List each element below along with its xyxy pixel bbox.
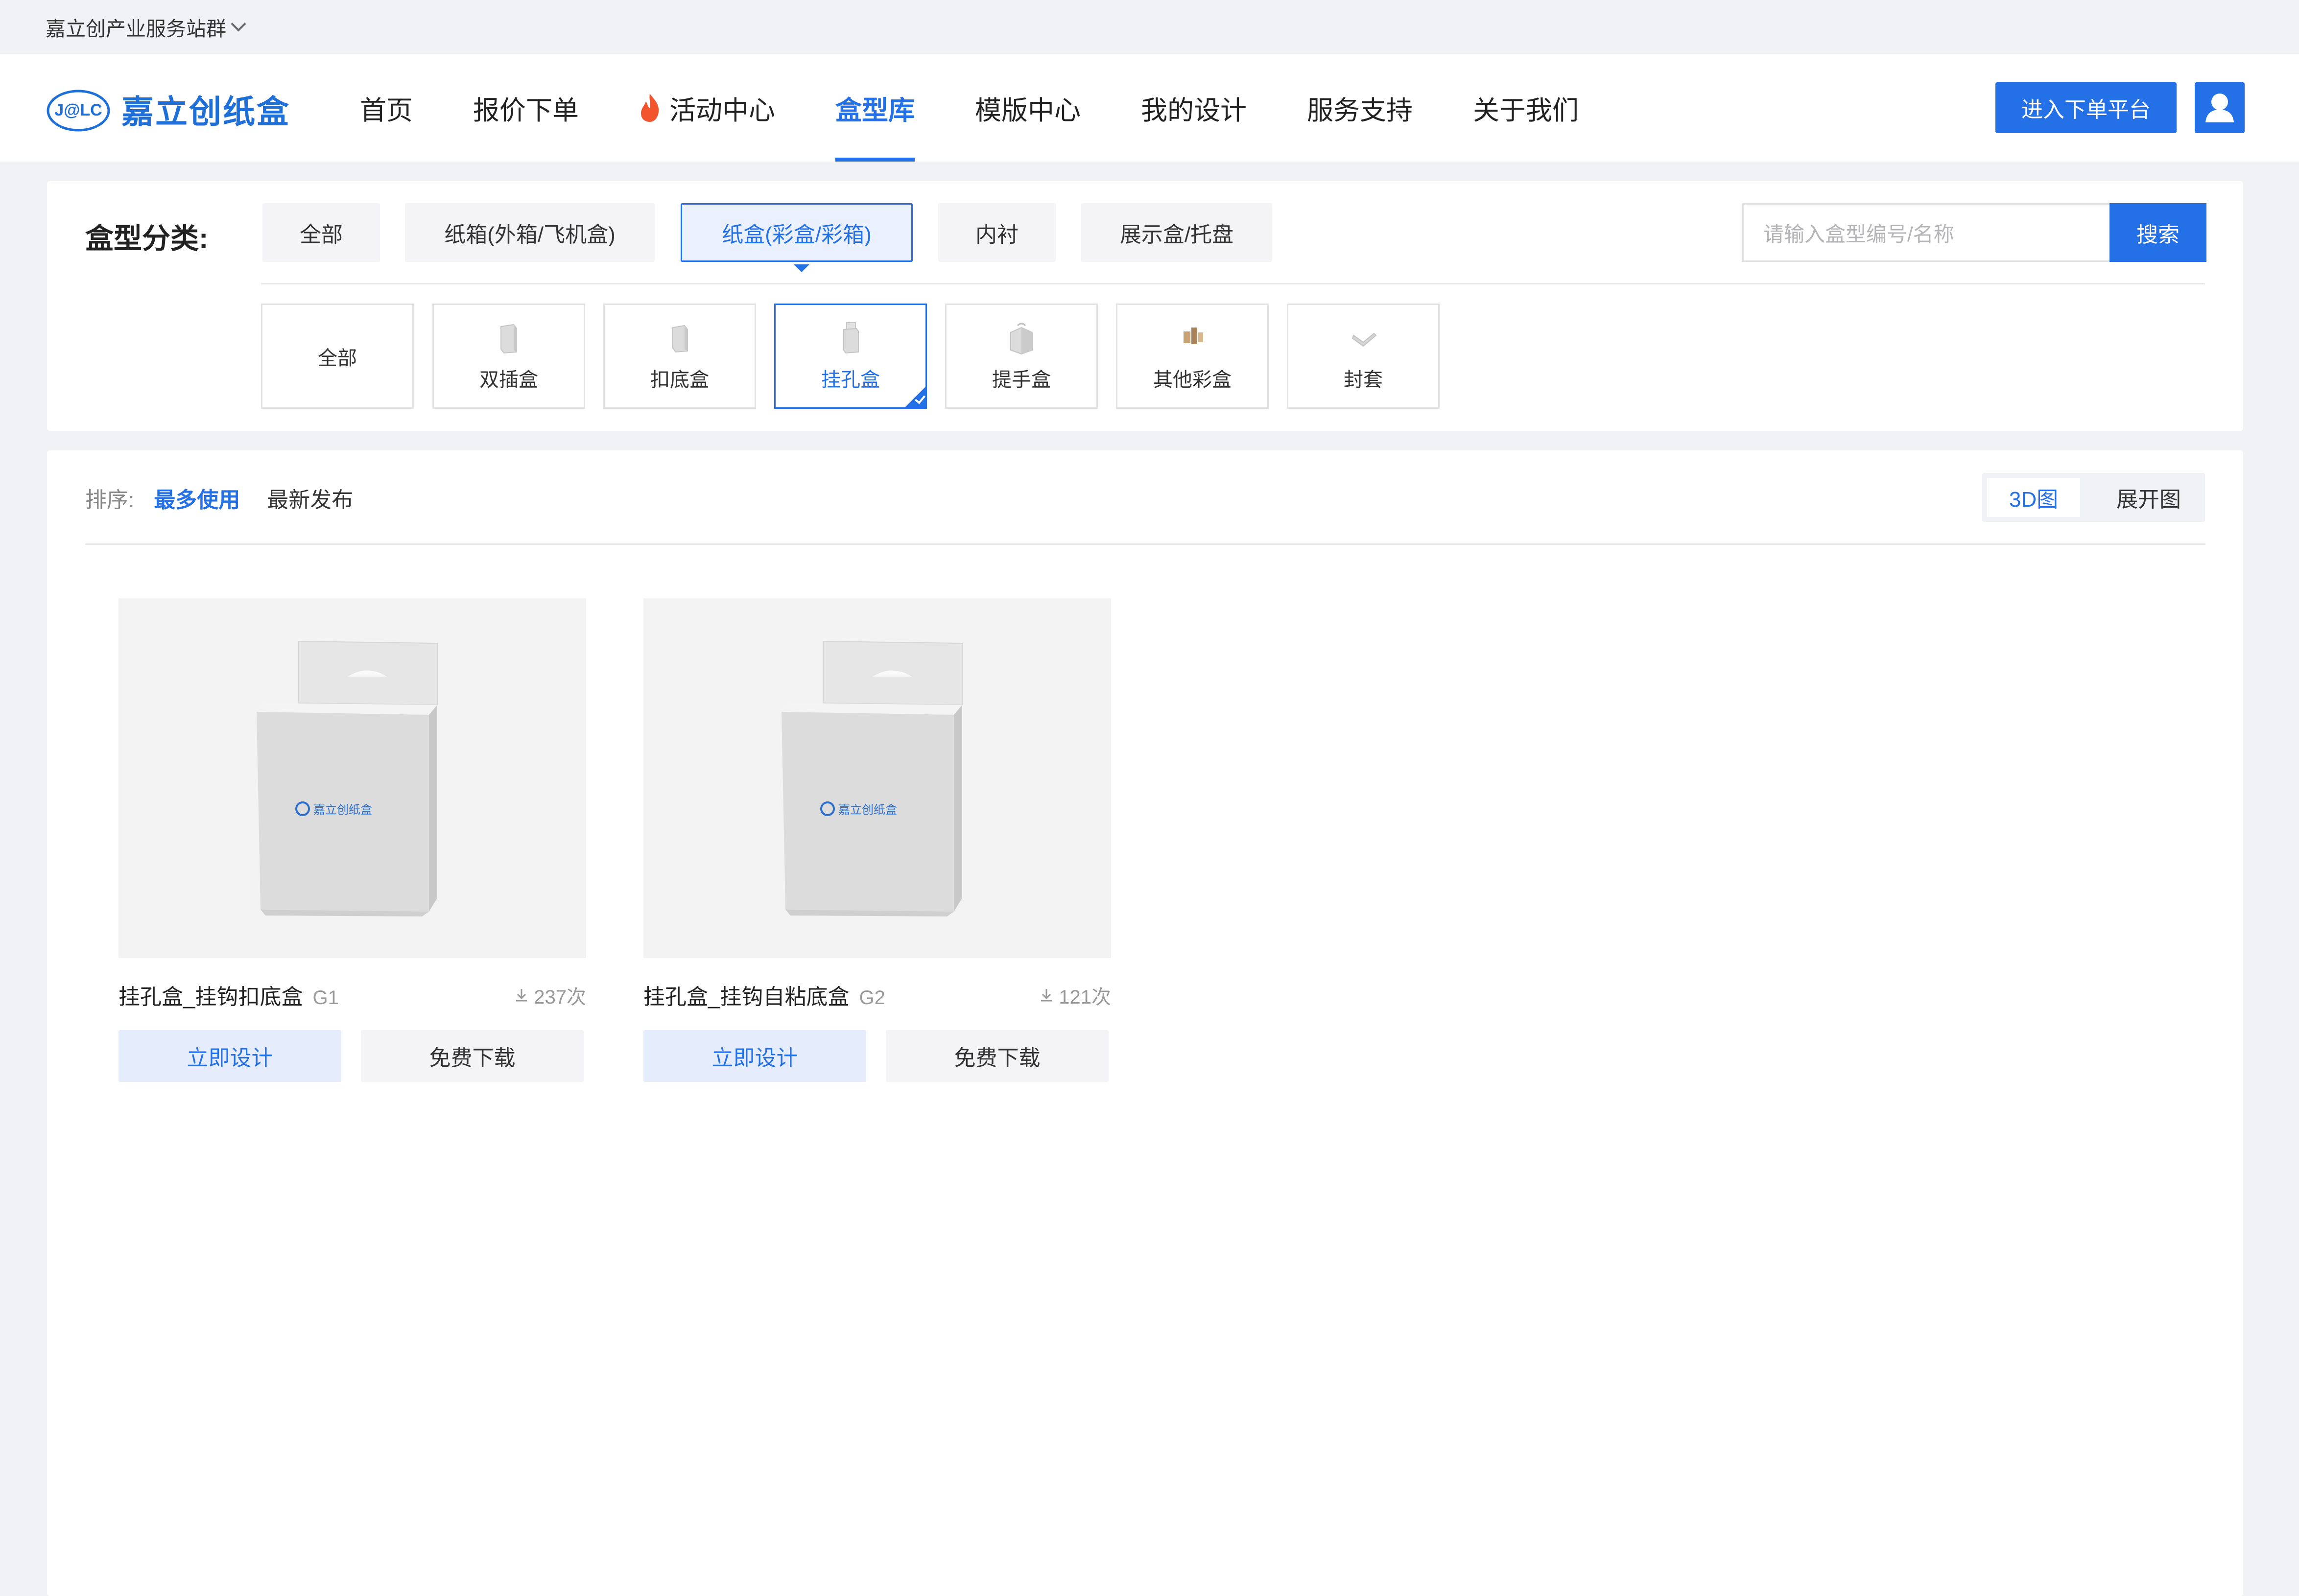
design-now-button[interactable]: 立即设计 xyxy=(119,1030,341,1082)
category-carton[interactable]: 纸箱(外箱/飞机盒) xyxy=(405,203,655,262)
sleeve-icon xyxy=(1351,332,1377,347)
subcategory-sleeve[interactable]: 封套 xyxy=(1287,304,1440,409)
main-header: J@LC 嘉立创纸盒 首页 报价下单 活动中心 盒型库 模版中心 我的设计 服务… xyxy=(0,54,2299,162)
subcategory-sleeve-label: 封套 xyxy=(1344,369,1383,391)
category-label: 盒型分类: xyxy=(85,223,209,255)
subcategory-other-boxes-label: 其他彩盒 xyxy=(1153,369,1232,391)
product-code: G2 xyxy=(859,987,885,1009)
download-count-value: 121次 xyxy=(1059,986,1111,1008)
product-title[interactable]: 挂孔盒_挂钩自粘底盒 G2 xyxy=(643,979,885,1010)
hang-hole-box-icon xyxy=(843,322,859,353)
enter-order-platform-button[interactable]: 进入下单平台 xyxy=(1995,82,2177,133)
download-count-value: 237次 xyxy=(534,986,586,1008)
nav-quote-order[interactable]: 报价下单 xyxy=(473,54,579,162)
handle-box-icon xyxy=(1010,323,1033,354)
logo-mark-text: J@LC xyxy=(54,101,102,119)
nav-about-us[interactable]: 关于我们 xyxy=(1473,54,1579,162)
nav-my-design[interactable]: 我的设计 xyxy=(1141,54,1247,162)
subcategory-lock-bottom-label: 扣底盒 xyxy=(650,369,709,391)
subcategory-all[interactable]: 全部 xyxy=(261,304,414,409)
download-icon xyxy=(1041,989,1052,1002)
subcategory-all-label: 全部 xyxy=(318,347,357,369)
view-3d-tab[interactable]: 3D图 xyxy=(1987,478,2080,517)
nav-box-library[interactable]: 盒型库 xyxy=(835,54,915,162)
other-boxes-icon xyxy=(1184,327,1203,344)
subcategory-lock-bottom[interactable]: 扣底盒 xyxy=(603,304,756,409)
free-download-button[interactable]: 免费下载 xyxy=(886,1030,1109,1082)
category-paper-box[interactable]: 纸盒(彩盒/彩箱) xyxy=(681,203,913,262)
box-brand-text: 嘉立创纸盒 xyxy=(313,803,372,817)
lock-bottom-box-icon xyxy=(672,325,688,352)
active-category-pointer xyxy=(794,264,809,272)
product-name: 挂孔盒_挂钩扣底盒 xyxy=(119,985,303,1009)
chevron-down-icon xyxy=(231,16,246,32)
subcategory-handle-box-label: 提手盒 xyxy=(992,369,1051,391)
nav-activity-label: 活动中心 xyxy=(669,95,775,125)
download-count: 121次 xyxy=(1039,981,1111,1009)
box-search-input[interactable]: 请输入盒型编号/名称 xyxy=(1742,203,2109,262)
main-nav: 首页 报价下单 活动中心 盒型库 模版中心 我的设计 服务支持 关于我们 xyxy=(360,54,1639,162)
nav-activity-center[interactable]: 活动中心 xyxy=(639,54,775,162)
category-inner-lining[interactable]: 内衬 xyxy=(938,203,1056,262)
product-code: G1 xyxy=(312,987,339,1009)
download-count: 237次 xyxy=(514,981,586,1009)
subcategory-hang-hole[interactable]: 挂孔盒 xyxy=(774,304,927,409)
double-tuck-box-icon xyxy=(500,324,517,353)
nav-service-support[interactable]: 服务支持 xyxy=(1307,54,1413,162)
user-icon xyxy=(2205,94,2234,122)
design-now-button[interactable]: 立即设计 xyxy=(643,1030,866,1082)
category-filter-panel: 盒型分类: 全部 纸箱(外箱/飞机盒) 纸盒(彩盒/彩箱) 内衬 展示盒/托盘 … xyxy=(47,181,2243,431)
sort-latest[interactable]: 最新发布 xyxy=(267,482,353,514)
search-button[interactable]: 搜索 xyxy=(2109,203,2206,262)
subcategory-double-tuck[interactable]: 双插盒 xyxy=(432,304,585,409)
fire-icon xyxy=(641,94,659,122)
product-title[interactable]: 挂孔盒_挂钩扣底盒 G1 xyxy=(119,979,339,1010)
category-divider xyxy=(261,283,2205,284)
category-display-tray[interactable]: 展示盒/托盘 xyxy=(1081,203,1272,262)
sort-bar: 排序: 最多使用 最新发布 xyxy=(85,482,353,514)
subcategory-other-boxes[interactable]: 其他彩盒 xyxy=(1116,304,1269,409)
sort-label: 排序: xyxy=(85,488,135,512)
free-download-button[interactable]: 免费下载 xyxy=(361,1030,584,1082)
subcategory-double-tuck-label: 双插盒 xyxy=(479,369,538,391)
view-unfolded-tab[interactable]: 展开图 xyxy=(2100,478,2198,517)
product-card: 嘉立创纸盒 挂孔盒_挂钩扣底盒 G1 237次 立即设计 免费下载 xyxy=(119,598,586,1082)
category-all[interactable]: 全部 xyxy=(262,203,380,262)
site-group-switcher[interactable]: 嘉立创产业服务站群 xyxy=(0,0,2299,54)
nav-template-center[interactable]: 模版中心 xyxy=(975,54,1081,162)
subcategory-handle-box[interactable]: 提手盒 xyxy=(945,304,1098,409)
nav-home[interactable]: 首页 xyxy=(360,54,413,162)
hang-box-3d-illustration: 嘉立创纸盒 xyxy=(257,640,438,916)
product-preview-image[interactable]: 嘉立创纸盒 xyxy=(643,598,1111,958)
brand-name: 嘉立创纸盒 xyxy=(121,94,290,130)
hang-box-3d-illustration: 嘉立创纸盒 xyxy=(782,640,963,916)
view-toggle: 3D图 展开图 xyxy=(1982,473,2205,522)
product-card: 嘉立创纸盒 挂孔盒_挂钩自粘底盒 G2 121次 立即设计 免费下载 xyxy=(643,598,1111,1082)
brand-logo[interactable]: J@LC 嘉立创纸盒 xyxy=(45,83,290,135)
site-group-label: 嘉立创产业服务站群 xyxy=(46,18,226,40)
download-icon xyxy=(516,989,527,1002)
jlc-logo-icon: J@LC xyxy=(47,90,110,132)
sort-most-used[interactable]: 最多使用 xyxy=(154,482,240,514)
results-divider xyxy=(85,543,2205,545)
box-brand-text: 嘉立创纸盒 xyxy=(838,803,897,817)
user-account-button[interactable] xyxy=(2195,82,2245,133)
product-preview-image[interactable]: 嘉立创纸盒 xyxy=(119,598,586,958)
results-panel: 排序: 最多使用 最新发布 3D图 展开图 嘉立创纸盒 挂孔盒_挂钩扣底盒 G1 xyxy=(47,450,2243,1596)
product-name: 挂孔盒_挂钩自粘底盒 xyxy=(643,985,850,1009)
subcategory-hang-hole-label: 挂孔盒 xyxy=(821,369,880,391)
